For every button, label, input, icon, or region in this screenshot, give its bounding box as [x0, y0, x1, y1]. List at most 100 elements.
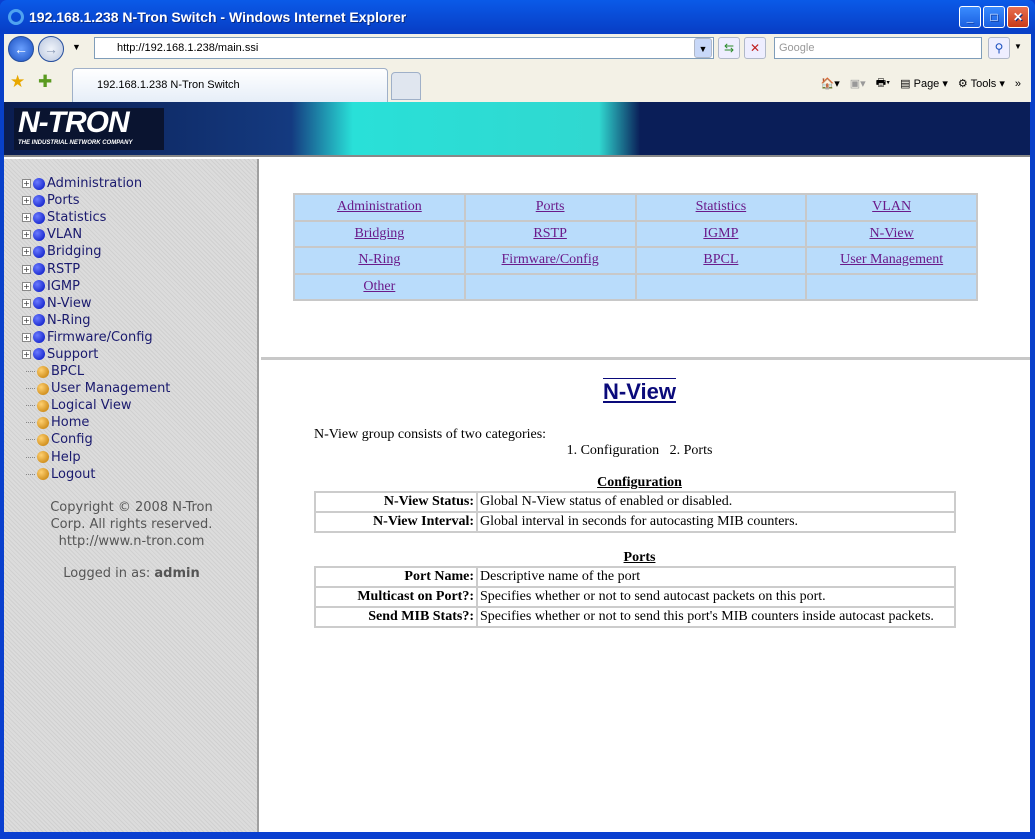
table-row: N-View Interval: Global interval in secon…: [314, 511, 956, 533]
minimize-button[interactable]: _: [959, 6, 981, 28]
field-description: Global interval in seconds for autocasti…: [476, 511, 956, 533]
orange-ball-icon: [37, 365, 49, 378]
expand-icon[interactable]: +: [22, 315, 31, 325]
address-bar[interactable]: http://192.168.1.238/main.ssi: [94, 37, 714, 59]
sidebar-folder[interactable]: + VLAN: [22, 226, 170, 243]
sidebar-link[interactable]: Help: [22, 449, 170, 466]
browser-window: 192.168.1.238 N-Tron Switch - Windows In…: [0, 0, 1035, 839]
blue-ball-icon: [33, 211, 45, 224]
feeds-icon[interactable]: ▣▾: [850, 77, 866, 90]
sidebar-link[interactable]: Config: [22, 431, 170, 448]
section-heading-ports: Ports: [623, 550, 656, 565]
sidebar-folder[interactable]: + RSTP: [22, 260, 170, 277]
blue-ball-icon: [33, 297, 45, 310]
expand-icon[interactable]: +: [22, 298, 31, 308]
nav-link[interactable]: Other: [363, 279, 395, 294]
nav-cell: RSTP: [463, 219, 637, 248]
expand-icon[interactable]: +: [22, 349, 31, 359]
ntron-logo: N-TRON THE INDUSTRIAL NETWORK COMPANY: [14, 108, 164, 150]
copyright-line: Copyright © 2008 N-Tron: [50, 500, 213, 515]
nav-link[interactable]: Administration: [337, 199, 422, 214]
tree-line: [26, 388, 35, 390]
sidebar-folder[interactable]: + Bridging: [22, 243, 170, 260]
expand-icon[interactable]: +: [22, 230, 31, 240]
nav-link[interactable]: RSTP: [533, 226, 566, 241]
nav-link[interactable]: Ports: [536, 199, 565, 214]
section-heading-configuration: Configuration: [597, 475, 682, 490]
search-input[interactable]: Google: [774, 37, 982, 59]
sidebar-folder[interactable]: + IGMP: [22, 278, 170, 295]
history-dropdown-icon[interactable]: ▼: [72, 42, 81, 52]
sidebar-link[interactable]: Logout: [22, 466, 170, 483]
tree-line: [26, 405, 35, 407]
nav-cell-empty: [634, 272, 808, 301]
forward-button[interactable]: →: [38, 36, 64, 62]
nav-link[interactable]: Bridging: [354, 226, 404, 241]
maximize-button[interactable]: □: [983, 6, 1005, 28]
blue-ball-icon: [33, 280, 45, 293]
home-icon[interactable]: 🏠▾: [821, 77, 840, 90]
favorites-star-icon[interactable]: ★: [10, 72, 25, 92]
field-description: Global N-View status of enabled or disab…: [476, 491, 956, 513]
field-description: Descriptive name of the port: [476, 566, 956, 588]
expand-icon[interactable]: +: [22, 196, 31, 206]
logged-in-user: admin: [154, 566, 200, 581]
expand-icon[interactable]: +: [22, 179, 31, 189]
expand-icon[interactable]: +: [22, 332, 31, 342]
orange-ball-icon: [37, 399, 49, 412]
refresh-button[interactable]: ⇆: [718, 37, 740, 59]
nav-link[interactable]: Firmware/Config: [502, 252, 599, 267]
sidebar-folder[interactable]: + Support: [22, 346, 170, 363]
nav-row: Administration Ports Statistics VLAN: [293, 193, 978, 222]
nav-link[interactable]: VLAN: [872, 199, 911, 214]
nav-row: Other: [293, 272, 978, 301]
nav-link[interactable]: IGMP: [703, 226, 738, 241]
copyright-url: http://www.n-tron.com: [58, 534, 205, 549]
page-menu[interactable]: ▤ Page ▾: [900, 77, 948, 90]
nav-link[interactable]: N-Ring: [358, 252, 400, 267]
field-name: N-View Status:: [314, 491, 478, 513]
search-icon[interactable]: ⚲: [988, 37, 1010, 59]
sidebar-folder[interactable]: + N-View: [22, 295, 170, 312]
tab-current[interactable]: 192.168.1.238 N-Tron Switch: [72, 68, 388, 102]
stop-button[interactable]: ✕: [744, 37, 766, 59]
add-favorites-icon[interactable]: ✚: [38, 72, 52, 92]
close-button[interactable]: ✕: [1007, 6, 1029, 28]
sidebar-folder[interactable]: + Firmware/Config: [22, 329, 170, 346]
expand-icon[interactable]: +: [22, 213, 31, 223]
blue-ball-icon: [33, 263, 45, 276]
sidebar-link[interactable]: User Management: [22, 380, 170, 397]
sidebar-item-label: User Management: [51, 381, 171, 397]
nav-link[interactable]: Statistics: [696, 199, 747, 214]
sidebar-folder[interactable]: + Administration: [22, 175, 170, 192]
sidebar-folder[interactable]: + N-Ring: [22, 312, 170, 329]
sidebar-link[interactable]: Logical View: [22, 397, 170, 414]
sidebar-item-label: VLAN: [47, 227, 83, 243]
sidebar-folder[interactable]: + Ports: [22, 192, 170, 209]
tree-line: [26, 456, 35, 458]
search-dropdown-icon[interactable]: ▼: [1014, 42, 1022, 51]
print-icon[interactable]: 🖶▾: [876, 74, 890, 93]
nav-link[interactable]: BPCL: [703, 252, 738, 267]
tools-menu[interactable]: ⚙ Tools ▾: [958, 77, 1005, 90]
back-button[interactable]: ←: [8, 36, 34, 62]
menu-frame: Administration Ports Statistics VLAN Bridgin…: [261, 159, 1030, 360]
nav-cell: Administration: [293, 193, 466, 222]
table-row: Port Name: Descriptive name of the port: [314, 566, 956, 588]
nav-cell: VLAN: [805, 193, 978, 222]
sidebar-link[interactable]: Home: [22, 414, 170, 431]
logged-in-status: Logged in as: admin: [4, 566, 259, 581]
sidebar-item-label: Logical View: [51, 398, 132, 414]
address-dropdown-icon[interactable]: ▼: [694, 38, 712, 58]
expand-icon[interactable]: +: [22, 281, 31, 291]
sidebar-folder[interactable]: + Statistics: [22, 209, 170, 226]
nav-cell: Bridging: [293, 219, 466, 248]
expand-icon[interactable]: +: [22, 247, 31, 257]
nav-link[interactable]: N-View: [869, 226, 913, 241]
expand-icon[interactable]: +: [22, 264, 31, 274]
nav-link[interactable]: User Management: [840, 252, 943, 267]
sidebar-link[interactable]: BPCL: [22, 363, 170, 380]
tools-menu-label: Tools: [970, 78, 997, 90]
chevron-more-icon[interactable]: »: [1015, 78, 1021, 90]
new-tab-button[interactable]: [391, 72, 421, 100]
